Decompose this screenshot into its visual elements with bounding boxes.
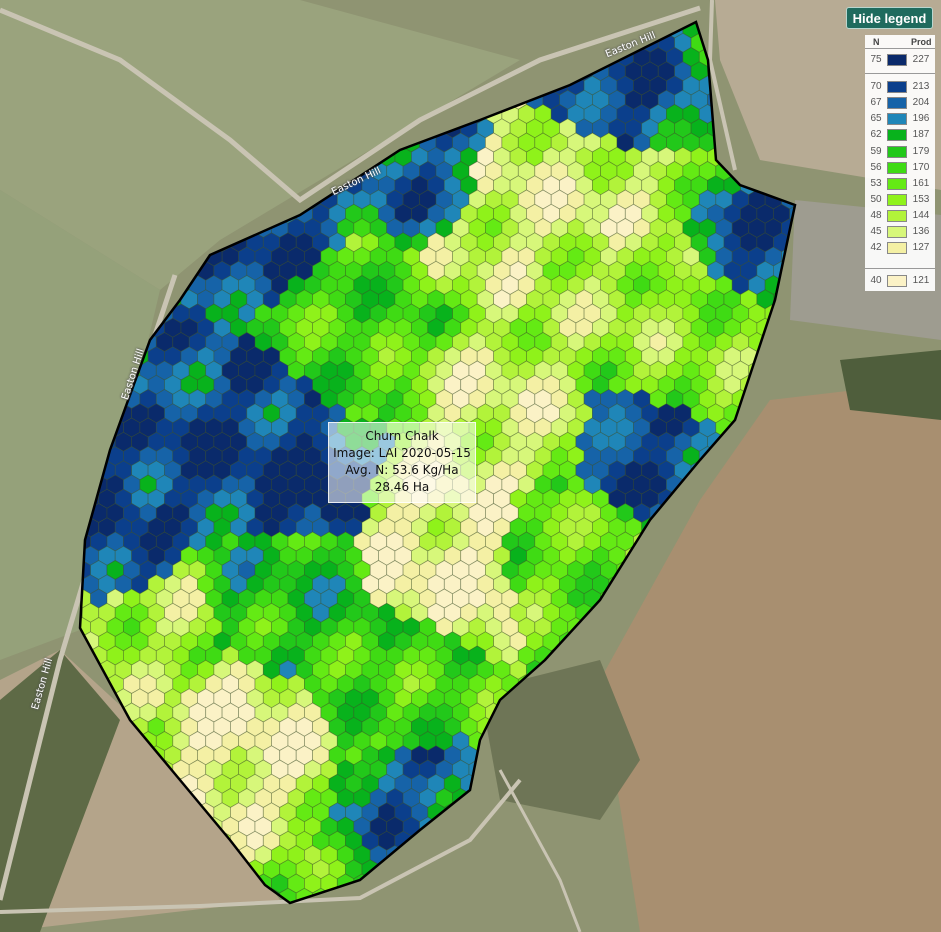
legend-prod-value: 213 bbox=[912, 81, 930, 92]
legend-prod-value: 121 bbox=[912, 275, 930, 286]
woodland-east bbox=[840, 350, 941, 420]
legend-prod-value: 170 bbox=[912, 162, 930, 173]
legend-prod-value: 187 bbox=[912, 129, 930, 140]
legend-swatch bbox=[887, 146, 907, 158]
legend-prod-value: 196 bbox=[912, 113, 930, 124]
legend-n-value: 62 bbox=[870, 129, 882, 140]
legend-swatch bbox=[887, 194, 907, 206]
legend-swatch bbox=[887, 242, 907, 254]
legend-n-value: 45 bbox=[870, 226, 882, 237]
legend-swatch bbox=[887, 275, 907, 287]
legend-prod-value: 161 bbox=[912, 178, 930, 189]
legend-panel: N Prod 75 227 70 213 67 204 65 196 62 187 59 179 56 1… bbox=[865, 35, 935, 291]
legend-swatch bbox=[887, 162, 907, 174]
legend-prod-value: 153 bbox=[912, 194, 930, 205]
legend-header-prod: Prod bbox=[911, 37, 932, 47]
legend-divider bbox=[865, 73, 935, 74]
legend-divider bbox=[865, 48, 935, 49]
legend-swatch bbox=[887, 81, 907, 93]
legend-row: 75 227 bbox=[865, 53, 935, 67]
legend-swatch bbox=[887, 178, 907, 190]
legend-n-value: 53 bbox=[870, 178, 882, 189]
field-name: Churn Chalk bbox=[365, 429, 439, 443]
legend-n-value: 40 bbox=[870, 275, 882, 286]
legend-swatch bbox=[887, 129, 907, 141]
hide-legend-button[interactable]: Hide legend bbox=[846, 7, 933, 29]
legend-n-value: 50 bbox=[870, 194, 882, 205]
legend-row: 53 161 bbox=[865, 177, 935, 191]
legend-n-value: 59 bbox=[870, 146, 882, 157]
legend-row: 45 136 bbox=[865, 225, 935, 239]
legend-prod-value: 179 bbox=[912, 146, 930, 157]
field-info-popup: Churn Chalk Image: LAI 2020-05-15 Avg. N… bbox=[328, 422, 476, 503]
legend-header-n: N bbox=[873, 37, 880, 47]
legend-divider bbox=[865, 268, 935, 269]
legend-row: 65 196 bbox=[865, 112, 935, 126]
legend-row: 62 187 bbox=[865, 128, 935, 142]
legend-prod-value: 127 bbox=[912, 242, 930, 253]
legend-row: 70 213 bbox=[865, 80, 935, 94]
legend-swatch bbox=[887, 210, 907, 222]
legend-prod-value: 204 bbox=[912, 97, 930, 108]
field-avg-n: Avg. N: 53.6 Kg/Ha bbox=[345, 463, 459, 477]
legend-n-value: 75 bbox=[870, 54, 882, 65]
legend-n-value: 70 bbox=[870, 81, 882, 92]
legend-row: 59 179 bbox=[865, 145, 935, 159]
legend-n-value: 42 bbox=[870, 242, 882, 253]
legend-row: 67 204 bbox=[865, 96, 935, 110]
field-area: 28.46 Ha bbox=[374, 480, 430, 494]
legend-row: 50 153 bbox=[865, 193, 935, 207]
legend-n-value: 67 bbox=[870, 97, 882, 108]
legend-swatch bbox=[887, 97, 907, 109]
legend-n-value: 65 bbox=[870, 113, 882, 124]
legend-row: 56 170 bbox=[865, 161, 935, 175]
field-image-date: Image: LAI 2020-05-15 bbox=[333, 446, 471, 460]
legend-prod-value: 136 bbox=[912, 226, 930, 237]
legend-n-value: 48 bbox=[870, 210, 882, 221]
legend-n-value: 56 bbox=[870, 162, 882, 173]
legend-prod-value: 227 bbox=[912, 54, 930, 65]
legend-prod-value: 144 bbox=[912, 210, 930, 221]
legend-swatch bbox=[887, 54, 907, 66]
legend-swatch bbox=[887, 226, 907, 238]
legend-row: 42 127 bbox=[865, 241, 935, 255]
legend-row: 48 144 bbox=[865, 209, 935, 223]
legend-row: 40 121 bbox=[865, 274, 935, 288]
legend-swatch bbox=[887, 113, 907, 125]
